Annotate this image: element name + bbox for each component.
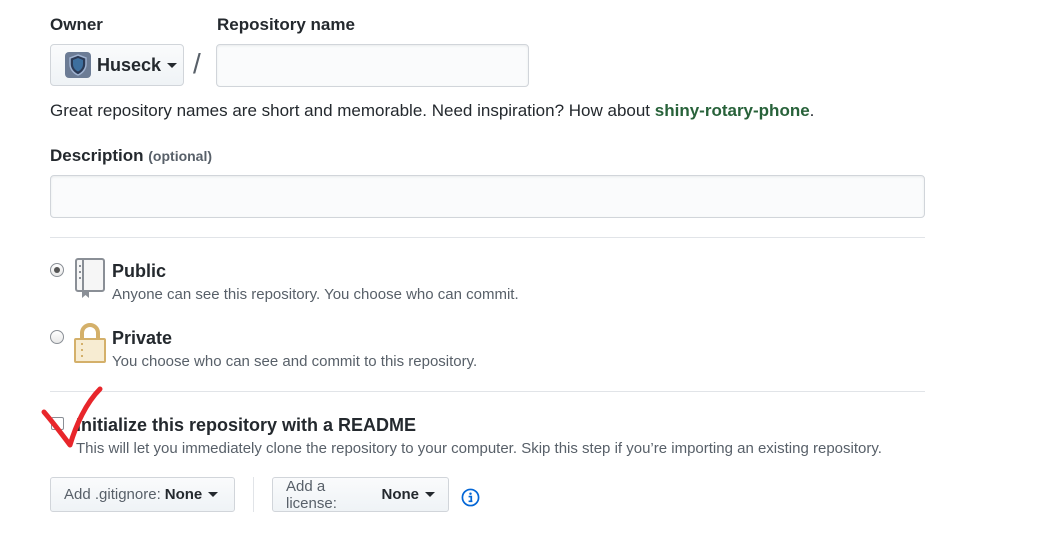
chevron-down-icon [425, 492, 435, 497]
repo-name-label: Repository name [217, 15, 355, 34]
suggested-name-link[interactable]: shiny-rotary-phone [655, 101, 810, 120]
owner-name: Huseck [97, 54, 162, 75]
repo-name-hint: Great repository names are short and mem… [50, 101, 814, 121]
init-readme-checkbox[interactable] [51, 417, 64, 430]
description-input[interactable] [50, 175, 925, 218]
gitignore-prefix: Add .gitignore: [64, 486, 161, 503]
optional-tag: (optional) [148, 148, 213, 164]
hint-end: . [809, 101, 815, 120]
repo-book-icon [75, 258, 105, 298]
repo-name-input[interactable] [216, 44, 529, 87]
license-value: None [381, 486, 420, 503]
gitignore-value: None [164, 486, 203, 503]
public-title: Public [112, 261, 167, 281]
shield-avatar-icon [65, 52, 91, 78]
divider [50, 237, 925, 238]
private-description: You choose who can see and commit to thi… [112, 353, 478, 370]
owner-repo-separator: / [193, 48, 201, 79]
select-separator [253, 477, 254, 512]
init-readme-title: Initialize this repository with a README [76, 415, 417, 435]
public-description: Anyone can see this repository. You choo… [112, 286, 519, 303]
owner-label: Owner [50, 15, 103, 34]
hint-text: Great repository names are short and mem… [50, 101, 655, 120]
license-prefix: Add a license: [286, 477, 337, 512]
gitignore-select-button[interactable]: Add .gitignore: None [50, 477, 235, 512]
private-radio[interactable] [50, 330, 64, 344]
init-readme-description: This will let you immediately clone the … [76, 440, 882, 457]
public-radio[interactable] [50, 263, 64, 277]
lock-icon [74, 323, 106, 363]
private-title: Private [112, 328, 173, 348]
chevron-down-icon [167, 62, 178, 68]
divider [50, 391, 925, 392]
description-label-text: Description [50, 146, 144, 165]
chevron-down-icon [208, 492, 219, 497]
license-select-button[interactable]: Add a license: None [272, 477, 449, 512]
info-icon[interactable] [461, 488, 480, 507]
owner-select-button[interactable]: Huseck [50, 44, 184, 86]
description-label: Description (optional) [50, 146, 212, 166]
